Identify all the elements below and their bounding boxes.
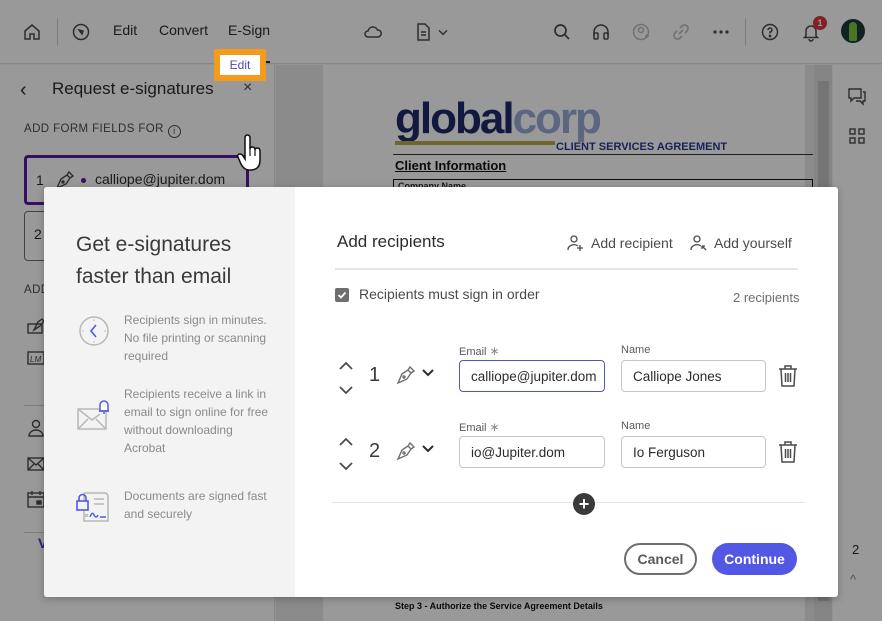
chevron-down-icon[interactable] [421,366,435,380]
hand-cursor-icon [237,134,261,171]
email-field[interactable]: calliope@jupiter.dom [459,360,605,392]
required-mark: ∗ [489,420,500,434]
required-mark: ∗ [489,344,500,358]
name-field[interactable]: Io Ferguson [621,436,766,468]
feature-text: Recipients sign in minutes. No file prin… [124,313,267,363]
recipients-form: Add recipients Add recipient Add yoursel… [295,187,838,597]
feature-text: Documents are signed fast and securely [124,489,267,521]
edit-button-highlight[interactable]: Edit [214,49,266,81]
add-self-icon [690,235,707,251]
trash-icon[interactable] [777,364,799,388]
continue-button[interactable]: Continue [712,543,797,575]
trash-icon[interactable] [777,440,799,464]
add-yourself-label: Add yourself [714,235,792,251]
reorder-arrows-icon[interactable] [335,358,357,398]
reorder-arrows-icon[interactable] [335,434,357,474]
promo-panel: Get e-signatures faster than email Recip… [44,187,295,597]
name-label: Name [621,344,651,356]
recipient-order: 1 [369,364,381,386]
edit-button[interactable]: Edit [230,58,251,72]
add-recipient-button[interactable]: Add recipient [567,234,673,252]
divider [335,268,798,270]
email-field[interactable]: io@Jupiter.dom [459,436,605,468]
sign-in-order-label[interactable]: Recipients must sign in order [359,286,540,302]
recipient-order: 2 [369,440,381,462]
secure-document-icon [76,492,109,522]
add-recipient-label: Add recipient [591,235,673,251]
email-label-text: Email [459,346,487,358]
promo-title: Get e-signatures faster than email [76,233,232,288]
add-user-icon [567,235,583,251]
checkmark-icon [337,291,347,299]
chevron-down-icon[interactable] [421,442,435,456]
clock-icon [79,316,109,346]
name-field[interactable]: Calliope Jones [621,360,766,392]
signer-pen-icon[interactable] [395,364,417,386]
email-label-text: Email [459,422,487,434]
sign-in-order-checkbox[interactable] [335,288,349,302]
divider [332,502,805,503]
add-row-button[interactable]: + [573,493,595,515]
feature-text: Recipients receive a link in email to si… [124,387,269,455]
cancel-button[interactable]: Cancel [624,543,697,575]
email-bell-icon [77,400,109,430]
recipient-row: 1 Email ∗ Name calliope@jupiter.dom Calli… [335,344,805,404]
add-recipients-dialog: Get e-signatures faster than email Recip… [44,187,838,597]
add-yourself-button[interactable]: Add yourself [690,234,792,252]
recipient-count: 2 recipients [733,290,800,305]
recipient-row: 2 Email ∗ Name io@Jupiter.dom Io Ferguson [335,420,805,480]
email-label: Email ∗ [459,344,500,358]
name-label: Name [621,420,651,432]
signer-pen-icon[interactable] [395,440,417,462]
email-label: Email ∗ [459,420,500,434]
dialog-title: Add recipients [337,232,445,251]
